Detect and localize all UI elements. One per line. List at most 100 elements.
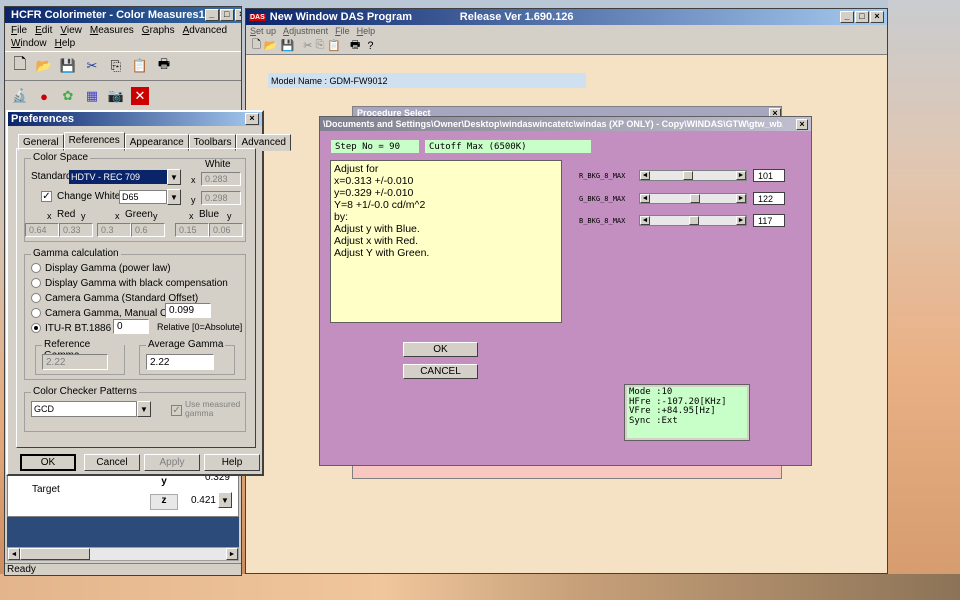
chevron-down-icon[interactable]: ▼ <box>167 169 181 185</box>
menu-graphs[interactable]: Graphs <box>142 25 175 36</box>
cut-icon[interactable]: ✂ <box>303 39 312 52</box>
white-x-field[interactable]: 0.283 <box>201 172 241 186</box>
menu-file[interactable]: File <box>335 26 350 36</box>
radio-icon[interactable] <box>31 278 41 288</box>
open-folder-icon[interactable]: 📂 <box>35 57 53 75</box>
cut-icon[interactable]: ✂ <box>83 57 101 75</box>
grid-icon[interactable]: ▦ <box>83 87 101 105</box>
minimize-button[interactable]: _ <box>204 9 219 21</box>
close-button[interactable]: × <box>870 11 884 23</box>
save-icon[interactable]: 💾 <box>281 39 295 52</box>
radio-icon[interactable] <box>31 293 41 303</box>
horizontal-scrollbar[interactable]: ◄ ► <box>7 547 239 561</box>
menu-edit[interactable]: Edit <box>35 25 52 36</box>
slider-value-red[interactable]: 101 <box>753 169 785 182</box>
manual-offset-field[interactable]: 0.099 <box>165 303 211 318</box>
z-cell-combo[interactable]: 0.421 ▼ <box>180 492 232 508</box>
paste-icon[interactable]: 📋 <box>327 39 341 52</box>
blue-x-field[interactable]: 0.15 <box>175 223 209 237</box>
help-icon[interactable]: ? <box>367 40 373 52</box>
scroll-left-icon[interactable]: ◄ <box>8 548 20 560</box>
apply-button[interactable]: Apply <box>144 454 200 471</box>
menu-measures[interactable]: Measures <box>90 25 134 36</box>
print-icon[interactable]: 🖶 <box>155 56 173 75</box>
new-file-icon[interactable]: 🗋 <box>11 56 29 75</box>
slider-blue[interactable]: ◄ ► <box>639 215 747 226</box>
decrease-icon[interactable]: ◄ <box>640 171 650 180</box>
adjust-titlebar[interactable]: \Documents and Settings\Owner\Desktop\wi… <box>320 117 811 131</box>
menu-help[interactable]: Help <box>357 26 376 36</box>
hcfr-titlebar[interactable]: HCFR Colorimeter - Color Measures1 _ □ × <box>5 7 241 23</box>
menu-setup[interactable]: Set up <box>250 26 276 36</box>
ok-button[interactable]: OK <box>403 342 478 357</box>
menu-window[interactable]: Window <box>11 38 47 49</box>
red-x-field[interactable]: 0.64 <box>25 223 59 237</box>
radio-icon[interactable] <box>31 263 41 273</box>
das-titlebar[interactable]: DAS New Window DAS Program Release Ver 1… <box>246 9 887 25</box>
camera-icon[interactable]: 📷 <box>107 87 125 105</box>
color-checker-select[interactable]: GCD ▼ <box>31 401 151 417</box>
chevron-down-icon[interactable]: ▼ <box>167 189 181 205</box>
scroll-right-icon[interactable]: ► <box>226 548 238 560</box>
slider-value-green[interactable]: 122 <box>753 192 785 205</box>
maximize-button[interactable]: □ <box>219 9 234 21</box>
preferences-titlebar[interactable]: Preferences × <box>8 112 262 126</box>
menu-help[interactable]: Help <box>55 38 76 49</box>
standard-select[interactable]: HDTV - REC 709 ▼ <box>69 169 181 185</box>
white-select[interactable]: D65 ▼ <box>119 189 181 205</box>
use-measured-gamma-checkbox[interactable]: ✓ <box>171 405 182 416</box>
copy-icon[interactable]: ⎘ <box>107 57 125 75</box>
menu-view[interactable]: View <box>60 25 82 36</box>
paste-icon[interactable]: 📋 <box>131 57 149 75</box>
cancel-button[interactable]: CANCEL <box>403 364 478 379</box>
bt1886-field[interactable]: 0 <box>113 319 149 334</box>
chevron-down-icon[interactable]: ▼ <box>137 401 151 417</box>
scroll-thumb[interactable] <box>20 548 90 560</box>
gamma-option-bt1886[interactable]: ITU-R BT.1886 <box>31 321 111 335</box>
reference-gamma-field[interactable]: 2.22 <box>42 354 108 370</box>
menu-adjustment[interactable]: Adjustment <box>283 26 328 36</box>
print-icon[interactable]: 🖶 <box>350 36 360 55</box>
open-folder-icon[interactable]: 📂 <box>264 39 278 52</box>
slider-thumb[interactable] <box>690 194 701 203</box>
decrease-icon[interactable]: ◄ <box>640 216 650 225</box>
ok-button[interactable]: OK <box>20 454 76 471</box>
increase-icon[interactable]: ► <box>736 194 746 203</box>
probe-icon[interactable]: 🔬 <box>11 87 29 105</box>
help-button[interactable]: Help <box>204 454 260 471</box>
white-y-field[interactable]: 0.298 <box>201 191 241 205</box>
radio-selected-icon[interactable] <box>31 323 41 333</box>
close-button[interactable]: × <box>245 113 259 125</box>
colors-icon[interactable]: ● <box>35 87 53 105</box>
chevron-down-icon[interactable]: ▼ <box>218 492 232 508</box>
decrease-icon[interactable]: ◄ <box>640 194 650 203</box>
blue-y-field[interactable]: 0.06 <box>209 223 243 237</box>
increase-icon[interactable]: ► <box>736 171 746 180</box>
slider-red[interactable]: ◄ ► <box>639 170 747 181</box>
green-y-field[interactable]: 0.6 <box>131 223 165 237</box>
increase-icon[interactable]: ► <box>736 216 746 225</box>
slider-thumb[interactable] <box>688 216 699 225</box>
menu-advanced[interactable]: Advanced <box>183 25 227 36</box>
radio-icon[interactable] <box>31 308 41 318</box>
green-x-field[interactable]: 0.3 <box>97 223 131 237</box>
slider-value-blue[interactable]: 117 <box>753 214 785 227</box>
maximize-button[interactable]: □ <box>855 11 869 23</box>
red-y-field[interactable]: 0.33 <box>59 223 93 237</box>
menu-file[interactable]: File <box>11 25 27 36</box>
change-white-checkbox[interactable]: ✓ <box>41 191 52 202</box>
slider-thumb[interactable] <box>683 171 694 180</box>
gamma-option-black-comp[interactable]: Display Gamma with black compensation <box>31 276 228 290</box>
close-button[interactable]: × <box>234 9 241 21</box>
average-gamma-field[interactable]: 2.22 <box>146 354 214 370</box>
close-button[interactable]: × <box>796 118 808 130</box>
copy-icon[interactable]: ⎘ <box>315 39 324 52</box>
save-icon[interactable]: 💾 <box>59 57 77 75</box>
minimize-button[interactable]: _ <box>840 11 854 23</box>
patterns-icon[interactable]: ✿ <box>59 87 77 105</box>
cancel-button[interactable]: Cancel <box>84 454 140 471</box>
new-file-icon[interactable]: 🗋 <box>252 36 261 55</box>
gamma-option-power-law[interactable]: Display Gamma (power law) <box>31 261 171 275</box>
slider-green[interactable]: ◄ ► <box>639 193 747 204</box>
stop-icon[interactable]: ✕ <box>131 87 149 105</box>
